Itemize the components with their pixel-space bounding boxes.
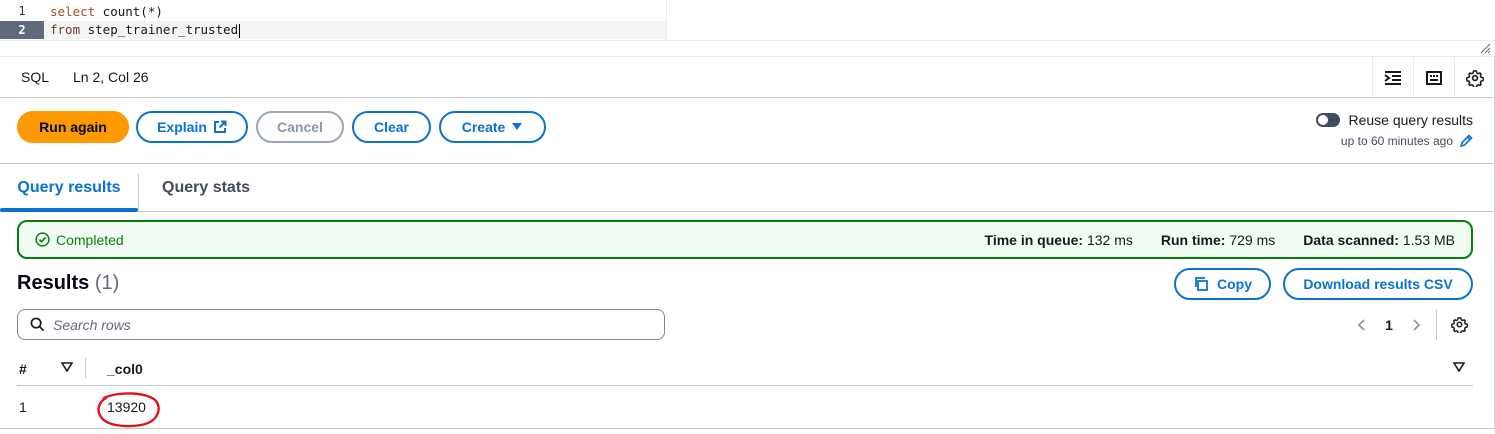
sql-expression: count(*) — [95, 3, 163, 19]
search-input[interactable] — [53, 316, 613, 333]
results-heading: Results (1) — [17, 272, 119, 295]
pagination: 1 — [1350, 312, 1428, 338]
status-text: Completed — [56, 231, 124, 248]
code-line-2[interactable]: 2 from step_trainer_trusted — [0, 21, 666, 39]
copy-label: Copy — [1217, 276, 1252, 292]
editor-bottom-divider — [0, 40, 1495, 41]
keyboard-icon[interactable] — [1413, 57, 1454, 98]
copy-button[interactable]: Copy — [1174, 268, 1271, 300]
reuse-results-label: Reuse query results — [1348, 112, 1473, 128]
results-title: Results — [17, 272, 90, 294]
time-in-queue: Time in queue: 132 ms — [985, 232, 1133, 248]
pagination-divider — [1436, 310, 1437, 340]
column-header-index: # — [19, 361, 27, 377]
sql-keyword: select — [50, 3, 96, 19]
cell-value: 13920 — [107, 399, 146, 415]
code-line-1[interactable]: 1 select count(*) — [0, 2, 666, 20]
data-scanned: Data scanned: 1.53 MB — [1303, 232, 1455, 248]
metric-value: 132 ms — [1086, 231, 1133, 248]
copy-icon — [1195, 277, 1208, 291]
table-preferences-gear-icon[interactable] — [1448, 313, 1470, 335]
create-dropdown-button[interactable]: Create — [439, 111, 546, 143]
sort-caret-icon[interactable] — [61, 361, 73, 373]
format-indent-icon[interactable] — [1372, 57, 1413, 98]
resize-handle-icon[interactable] — [1479, 42, 1491, 54]
cursor-position: Ln 2, Col 26 — [73, 69, 149, 85]
metric-value: 729 ms — [1229, 231, 1276, 248]
metric-label: Data scanned: — [1303, 231, 1399, 248]
run-again-button[interactable]: Run again — [17, 111, 129, 143]
current-page-number[interactable]: 1 — [1374, 317, 1404, 333]
download-label: Download results CSV — [1303, 276, 1453, 292]
explain-label: Explain — [157, 119, 207, 135]
table-bottom-border — [0, 428, 1495, 429]
external-link-icon — [213, 120, 227, 133]
check-circle-icon — [35, 232, 50, 247]
sql-table-name: step_trainer_trusted — [80, 22, 239, 38]
sql-keyword: from — [50, 22, 81, 38]
tab-label: Query results — [17, 178, 121, 196]
clear-button[interactable]: Clear — [352, 111, 431, 143]
next-page-icon[interactable] — [1404, 313, 1428, 337]
cancel-button[interactable]: Cancel — [256, 111, 344, 143]
run-again-label: Run again — [39, 119, 107, 135]
edit-pencil-icon[interactable] — [1459, 134, 1473, 148]
reuse-results-toggle[interactable] — [1316, 113, 1341, 127]
settings-gear-icon[interactable] — [1454, 57, 1495, 98]
tab-query-stats[interactable]: Query stats — [162, 164, 250, 211]
query-status-alert: Completed Time in queue: 132 ms Run time… — [17, 220, 1473, 259]
cancel-label: Cancel — [277, 119, 323, 135]
create-label: Create — [461, 119, 506, 135]
row-index: 1 — [19, 399, 27, 415]
code-text[interactable]: from step_trainer_trusted — [44, 22, 241, 38]
code-text[interactable]: select count(*) — [44, 4, 163, 19]
line-number: 2 — [0, 21, 44, 39]
run-time: Run time: 729 ms — [1161, 232, 1275, 248]
editor-divider — [666, 0, 667, 40]
clear-label: Clear — [373, 119, 410, 135]
sql-editor[interactable]: 1 select count(*) 2 from step_trainer_tr… — [0, 0, 1495, 57]
results-tabs: Query results Query stats — [0, 164, 1495, 212]
results-count: (1) — [94, 272, 120, 294]
sort-caret-icon[interactable] — [1453, 361, 1465, 373]
table-row: 1 13920 — [17, 387, 1473, 427]
language-label: SQL — [21, 69, 50, 85]
search-icon — [30, 317, 45, 332]
tab-divider — [138, 174, 139, 210]
search-rows-field[interactable] — [17, 309, 665, 340]
caret-down-icon — [512, 123, 523, 130]
line-number: 1 — [18, 4, 26, 18]
reuse-query-results: Reuse query results up to 60 minutes ago — [1316, 112, 1473, 148]
metric-value: 1.53 MB — [1402, 231, 1455, 248]
metric-label: Run time: — [1160, 231, 1226, 248]
tab-query-results[interactable]: Query results — [0, 164, 138, 212]
reuse-results-duration: up to 60 minutes ago — [1340, 134, 1453, 148]
explain-button[interactable]: Explain — [136, 111, 248, 143]
metric-label: Time in queue: — [984, 231, 1084, 248]
results-table-header: # _col0 — [17, 352, 1473, 386]
editor-status-bar: SQL Ln 2, Col 26 — [0, 57, 1495, 98]
download-results-csv-button[interactable]: Download results CSV — [1283, 268, 1473, 300]
tab-label: Query stats — [162, 178, 251, 196]
column-header-col0[interactable]: _col0 — [107, 361, 143, 377]
previous-page-icon[interactable] — [1350, 313, 1374, 337]
text-cursor — [239, 23, 241, 38]
column-resizer[interactable] — [85, 358, 86, 378]
query-action-bar: Run again Explain Cancel Clear Create Re… — [0, 98, 1495, 164]
